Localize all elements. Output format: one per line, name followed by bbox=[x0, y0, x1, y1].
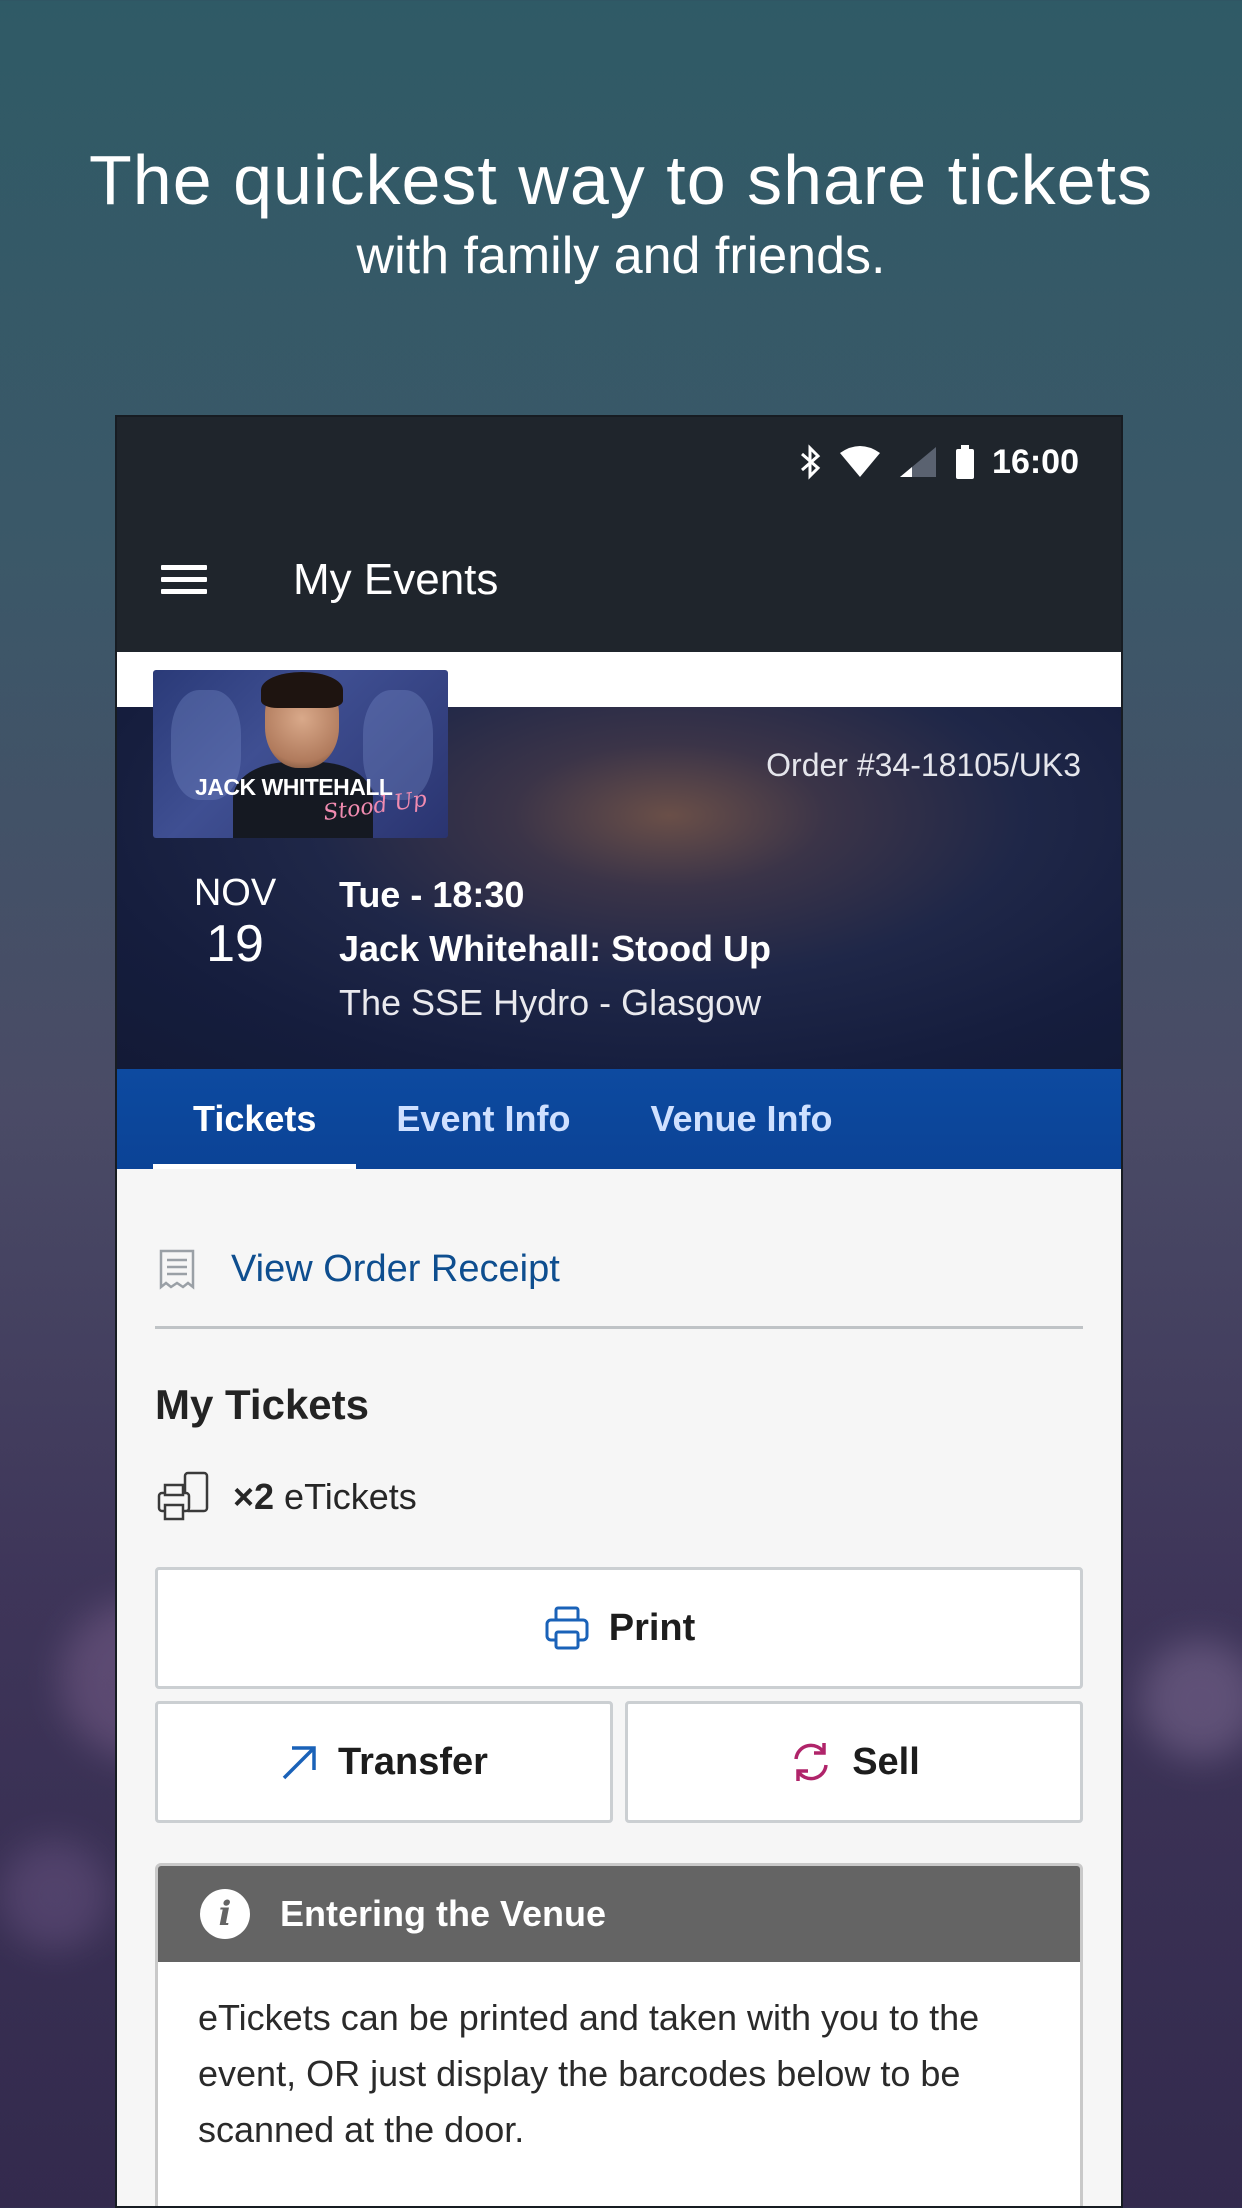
arrow-up-right-icon bbox=[280, 1742, 320, 1782]
background-bokeh bbox=[1140, 1640, 1242, 1760]
wifi-icon bbox=[838, 445, 882, 479]
refresh-icon bbox=[788, 1739, 834, 1785]
promo-subtitle: with family and friends. bbox=[356, 227, 886, 285]
receipt-label: View Order Receipt bbox=[231, 1248, 560, 1290]
info-icon: i bbox=[200, 1889, 250, 1939]
printer-phone-icon bbox=[155, 1469, 211, 1525]
print-button[interactable]: Print bbox=[155, 1567, 1083, 1689]
event-day: 19 bbox=[206, 915, 264, 973]
event-tabs: Tickets Event Info Venue Info bbox=[117, 1069, 1121, 1169]
my-tickets-heading: My Tickets bbox=[155, 1381, 369, 1428]
promo-title: The quickest way to share tickets bbox=[89, 141, 1153, 219]
background-bokeh bbox=[0, 1840, 110, 1950]
page-title: My Events bbox=[293, 554, 499, 604]
event-header: JACK WHITEHALL Stood Up Order #34-18105/… bbox=[117, 652, 1121, 1169]
status-bar: 16:00 bbox=[117, 417, 1121, 507]
tickets-content: View Order Receipt My Tickets ×2 eTicket… bbox=[117, 1169, 1121, 2206]
event-thumbnail[interactable]: JACK WHITEHALL Stood Up bbox=[153, 670, 448, 838]
eticket-label: eTickets bbox=[284, 1476, 417, 1517]
menu-icon[interactable] bbox=[161, 558, 207, 601]
transfer-button[interactable]: Transfer bbox=[155, 1701, 613, 1823]
eticket-count: ×2 eTickets bbox=[155, 1469, 1083, 1525]
event-month: NOV bbox=[193, 872, 277, 914]
card-title: Entering the Venue bbox=[280, 1893, 607, 1934]
sell-label: Sell bbox=[852, 1740, 920, 1783]
signal-icon bbox=[898, 445, 938, 479]
print-label: Print bbox=[608, 1606, 696, 1649]
ticket-actions: Transfer Sell bbox=[155, 1701, 1083, 1823]
entering-venue-card: i Entering the Venue eTickets can be pri… bbox=[155, 1863, 1083, 2206]
bluetooth-icon bbox=[800, 444, 822, 480]
phone-screen: 16:00 My Events JACK WHITEHALL Stood Up … bbox=[115, 415, 1123, 2208]
transfer-label: Transfer bbox=[338, 1740, 488, 1783]
tab-venue-info[interactable]: Venue Info bbox=[610, 1069, 872, 1169]
card-body: eTickets can be printed and taken with y… bbox=[198, 1997, 980, 2150]
event-venue: The SSE Hydro - Glasgow bbox=[339, 982, 762, 1023]
view-order-receipt-link[interactable]: View Order Receipt bbox=[155, 1231, 1083, 1329]
app-bar: My Events bbox=[117, 507, 1121, 652]
printer-icon bbox=[543, 1604, 591, 1652]
tab-event-info[interactable]: Event Info bbox=[356, 1069, 610, 1169]
sell-button[interactable]: Sell bbox=[625, 1701, 1083, 1823]
tab-tickets[interactable]: Tickets bbox=[153, 1069, 357, 1169]
battery-icon bbox=[954, 444, 976, 480]
order-number: Order #34-18105/UK3 bbox=[766, 747, 1081, 783]
event-name: Jack Whitehall: Stood Up bbox=[339, 928, 772, 969]
status-time: 16:00 bbox=[992, 442, 1079, 481]
receipt-icon bbox=[155, 1248, 199, 1292]
promo-headline: The quickest way to share tickets with f… bbox=[0, 140, 1242, 286]
card-header: i Entering the Venue bbox=[158, 1866, 1080, 1962]
event-time: Tue - 18:30 bbox=[339, 874, 525, 915]
eticket-quantity: ×2 bbox=[233, 1476, 275, 1517]
